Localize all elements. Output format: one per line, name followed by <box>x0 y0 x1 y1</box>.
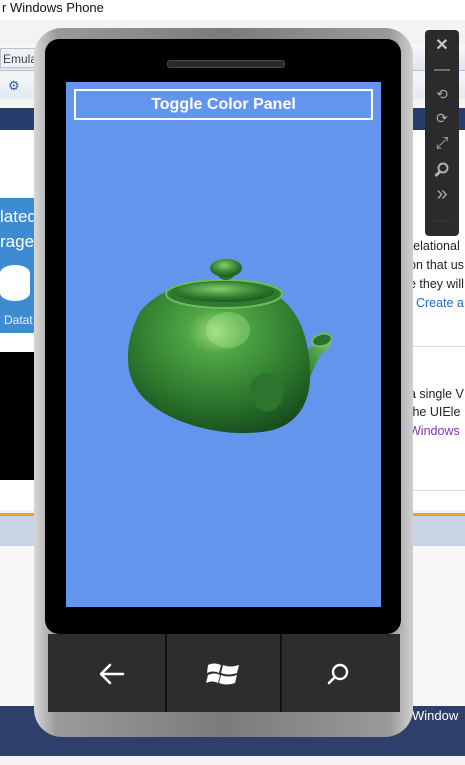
toolbar-icon[interactable]: ⚙ <box>8 78 20 94</box>
phone-screen: Toggle Color Panel <box>66 82 381 607</box>
start-button[interactable] <box>193 656 253 692</box>
tile-text-line: rage <box>0 232 35 251</box>
close-icon[interactable]: ✕ <box>425 34 459 58</box>
article-link[interactable]: Windows <box>409 424 460 438</box>
article-text: the UIEle <box>409 405 461 419</box>
back-button[interactable] <box>82 656 142 692</box>
teapot-3d-model <box>127 259 332 434</box>
fit-to-screen-icon[interactable]: ⤢ <box>425 132 459 156</box>
more-tools-icon[interactable]: » <box>425 182 459 206</box>
background-window-title: r Windows Phone <box>0 0 465 20</box>
divider <box>405 346 465 347</box>
emulator-toolbar: ✕ — ⟲ ⟳ ⤢ » ⋯⋯ <box>425 30 459 236</box>
footer-text: Window <box>412 708 459 723</box>
earpiece-speaker <box>167 60 285 68</box>
article-text: on that us <box>409 258 464 272</box>
divider <box>165 634 167 712</box>
tile-caption: Datat <box>4 313 33 327</box>
back-arrow-icon <box>99 663 125 685</box>
search-icon <box>327 663 349 685</box>
article-text: relational <box>409 239 460 253</box>
database-icon <box>0 265 30 301</box>
minimize-icon[interactable]: — <box>425 58 459 82</box>
divider <box>280 634 282 712</box>
zoom-icon[interactable] <box>425 158 459 182</box>
article-link[interactable]: : Create a <box>409 296 464 310</box>
divider <box>405 490 465 491</box>
rotate-right-icon[interactable]: ⟳ <box>425 106 459 130</box>
search-button[interactable] <box>308 656 368 692</box>
article-text: a single V <box>409 387 464 401</box>
drag-handle[interactable]: ⋯⋯ <box>425 210 459 234</box>
toggle-color-panel-button[interactable]: Toggle Color Panel <box>74 89 373 120</box>
article-text: e they will <box>409 277 464 291</box>
windows-logo-icon <box>206 663 239 685</box>
tile-text-line: lated <box>0 207 37 226</box>
rotate-left-icon[interactable]: ⟲ <box>425 82 459 106</box>
